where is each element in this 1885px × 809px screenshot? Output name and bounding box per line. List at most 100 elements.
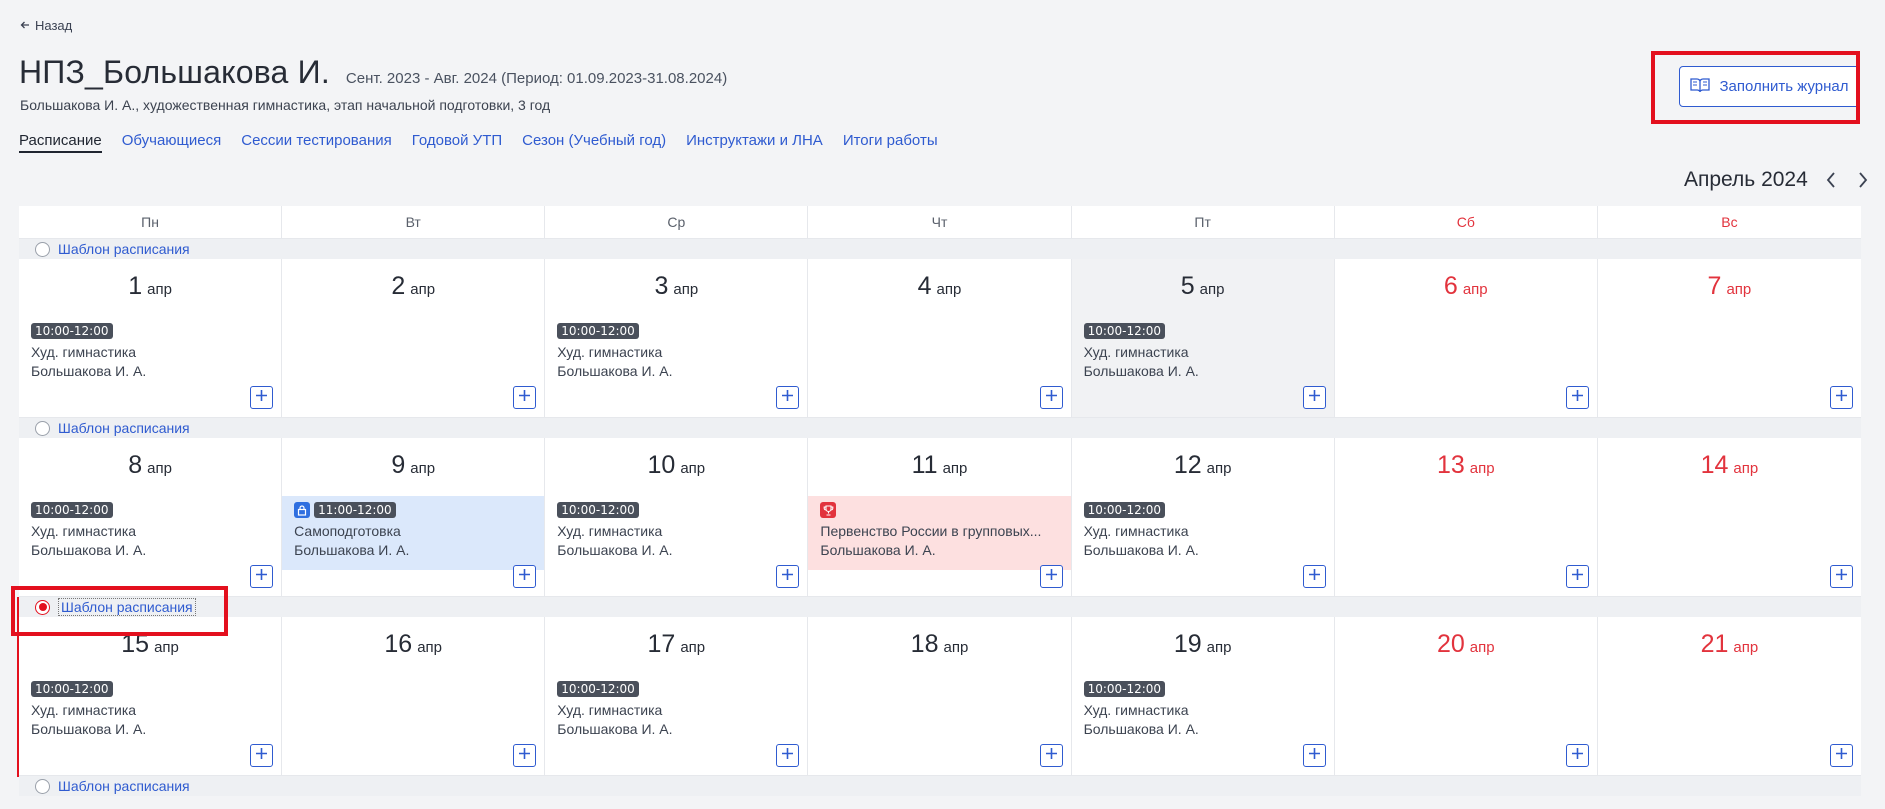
- add-event-button[interactable]: [1565, 386, 1589, 409]
- tab-bar: Расписание Обучающиеся Сессии тестирования…: [19, 132, 938, 153]
- add-event-button[interactable]: [1039, 744, 1063, 767]
- add-event-button[interactable]: [1565, 744, 1589, 767]
- schedule-event[interactable]: 10:00-12:00 Худ. гимнастика Большакова И. …: [1072, 496, 1334, 570]
- add-event-button[interactable]: [513, 386, 537, 409]
- next-month-button[interactable]: [1854, 169, 1872, 191]
- day-cell[interactable]: 13 апр: [1334, 438, 1598, 597]
- add-event-button[interactable]: [1039, 386, 1063, 409]
- day-cell[interactable]: 21 апр: [1597, 617, 1861, 776]
- day-cell[interactable]: 11 апр Первенство России в групповых... Бол…: [808, 438, 1072, 597]
- day-cell[interactable]: 9 апр 11:00-12:00 Самоподготовка Большакова …: [282, 438, 546, 597]
- template-radio[interactable]: [35, 420, 50, 436]
- day-cell[interactable]: 6 апр: [1334, 259, 1598, 418]
- plus-icon: [518, 389, 531, 407]
- day-cell[interactable]: 17 апр 10:00-12:00 Худ. гимнастика Большаков…: [545, 617, 809, 776]
- tab-2[interactable]: Сессии тестирования: [241, 132, 392, 153]
- schedule-event[interactable]: 10:00-12:00 Худ. гимнастика Большакова И. …: [545, 317, 807, 391]
- schedule-event[interactable]: Первенство России в групповых... Большако…: [808, 496, 1071, 570]
- event-title: Худ. гимнастика: [31, 344, 137, 360]
- schedule-template-row[interactable]: Шаблон расписания: [19, 597, 1861, 617]
- add-event-button[interactable]: [776, 565, 800, 588]
- schedule-template-row[interactable]: Шаблон расписания: [19, 418, 1861, 438]
- event-coach: Большакова И. А.: [31, 542, 147, 558]
- add-event-button[interactable]: [1829, 565, 1853, 588]
- schedule-event[interactable]: 10:00-12:00 Худ. гимнастика Большакова И. …: [19, 496, 281, 570]
- tab-1[interactable]: Обучающиеся: [122, 132, 222, 153]
- day-digit: 19: [1173, 630, 1202, 658]
- day-number: 15 апр: [19, 630, 281, 659]
- add-event-button[interactable]: [1302, 744, 1326, 767]
- tab-3[interactable]: Годовой УТП: [412, 132, 502, 153]
- add-event-button[interactable]: [250, 386, 274, 409]
- day-number: 19 апр: [1072, 630, 1334, 659]
- schedule-event[interactable]: 10:00-12:00 Худ. гимнастика Большакова И. …: [545, 496, 807, 570]
- add-event-button[interactable]: [1302, 565, 1326, 588]
- template-radio[interactable]: [35, 599, 50, 615]
- plus-icon: [1308, 747, 1321, 765]
- tab-0[interactable]: Расписание: [19, 132, 102, 153]
- template-radio[interactable]: [35, 778, 50, 794]
- event-title: Худ. гимнастика: [557, 702, 663, 718]
- day-cell[interactable]: 14 апр: [1597, 438, 1861, 597]
- week-row: 15 апр 10:00-12:00 Худ. гимнастика Большаков…: [19, 617, 1861, 776]
- schedule-template-row[interactable]: Шаблон расписания: [19, 776, 1861, 796]
- day-cell[interactable]: 18 апр: [808, 617, 1072, 776]
- day-cell[interactable]: 20 апр: [1334, 617, 1598, 776]
- schedule-event[interactable]: 10:00-12:00 Худ. гимнастика Большакова И. …: [1072, 317, 1334, 391]
- day-cell[interactable]: 7 апр: [1597, 259, 1861, 418]
- day-cell[interactable]: 2 апр: [282, 259, 546, 418]
- add-event-button[interactable]: [1829, 744, 1853, 767]
- add-event-button[interactable]: [513, 565, 537, 588]
- event-time-badge: 10:00-12:00: [1083, 681, 1166, 697]
- tab-5[interactable]: Инструктажи и ЛНА: [686, 132, 823, 153]
- day-number: 20 апр: [1335, 630, 1597, 659]
- add-event-button[interactable]: [513, 744, 537, 767]
- trophy-icon: [820, 502, 837, 518]
- event-time-badge: 10:00-12:00: [31, 681, 113, 697]
- day-cell[interactable]: 4 апр: [808, 259, 1072, 418]
- plus-icon: [255, 568, 268, 586]
- back-link[interactable]: Назад: [20, 18, 72, 33]
- page-subtitle: Большакова И. А., художественная гимнаст…: [20, 97, 551, 113]
- add-event-button[interactable]: [1302, 386, 1326, 409]
- add-event-button[interactable]: [1565, 565, 1589, 588]
- week-row: 8 апр 10:00-12:00 Худ. гимнастика Большакова…: [19, 438, 1861, 597]
- day-month: апр: [1206, 460, 1232, 477]
- plus-icon: [255, 389, 268, 407]
- add-event-button[interactable]: [776, 386, 800, 409]
- plus-icon: [1045, 747, 1058, 765]
- event-title: Худ. гимнастика: [31, 523, 137, 539]
- add-event-button[interactable]: [250, 744, 274, 767]
- day-cell[interactable]: 1 апр 10:00-12:00 Худ. гимнастика Большакова…: [19, 259, 283, 418]
- schedule-event[interactable]: 10:00-12:00 Худ. гимнастика Большакова И. …: [1072, 675, 1334, 749]
- schedule-event[interactable]: 11:00-12:00 Самоподготовка Большакова И. А…: [282, 496, 545, 570]
- day-cell[interactable]: 15 апр 10:00-12:00 Худ. гимнастика Большаков…: [19, 617, 283, 776]
- tab-4[interactable]: Сезон (Учебный год): [522, 132, 666, 153]
- schedule-event[interactable]: 10:00-12:00 Худ. гимнастика Большакова И. …: [19, 317, 281, 391]
- day-cell[interactable]: 8 апр 10:00-12:00 Худ. гимнастика Большакова…: [19, 438, 283, 597]
- add-event-button[interactable]: [1829, 386, 1853, 409]
- schedule-event[interactable]: 10:00-12:00 Худ. гимнастика Большакова И. …: [545, 675, 807, 749]
- tab-6[interactable]: Итоги работы: [843, 132, 938, 153]
- event-title: Худ. гимнастика: [31, 702, 137, 718]
- day-cell[interactable]: 12 апр 10:00-12:00 Худ. гимнастика Большаков…: [1071, 438, 1335, 597]
- weekday-header: Пн Вт Ср Чт Пт Сб Вс: [19, 206, 1861, 239]
- schedule-template-row[interactable]: Шаблон расписания: [19, 239, 1861, 259]
- day-cell[interactable]: 3 апр 10:00-12:00 Худ. гимнастика Большакова…: [545, 259, 809, 418]
- schedule-event[interactable]: 10:00-12:00 Худ. гимнастика Большакова И. …: [19, 675, 281, 749]
- event-coach: Большакова И. А.: [1083, 363, 1199, 379]
- day-month: апр: [1199, 281, 1225, 298]
- day-number: 8 апр: [19, 451, 281, 480]
- add-event-button[interactable]: [776, 744, 800, 767]
- day-cell[interactable]: 10 апр 10:00-12:00 Худ. гимнастика Большаков…: [545, 438, 809, 597]
- day-cell[interactable]: 16 апр: [282, 617, 546, 776]
- fill-journal-button[interactable]: Заполнить журнал: [1679, 66, 1860, 107]
- day-cell[interactable]: 19 апр 10:00-12:00 Худ. гимнастика Большаков…: [1071, 617, 1335, 776]
- add-event-button[interactable]: [250, 565, 274, 588]
- template-radio[interactable]: [35, 241, 50, 257]
- add-event-button[interactable]: [1039, 565, 1063, 588]
- prev-month-button[interactable]: [1822, 169, 1840, 191]
- day-cell[interactable]: 5 апр 10:00-12:00 Худ. гимнастика Большакова…: [1071, 259, 1335, 418]
- event-coach: Большакова И. А.: [1083, 542, 1199, 558]
- book-icon: [1690, 77, 1711, 97]
